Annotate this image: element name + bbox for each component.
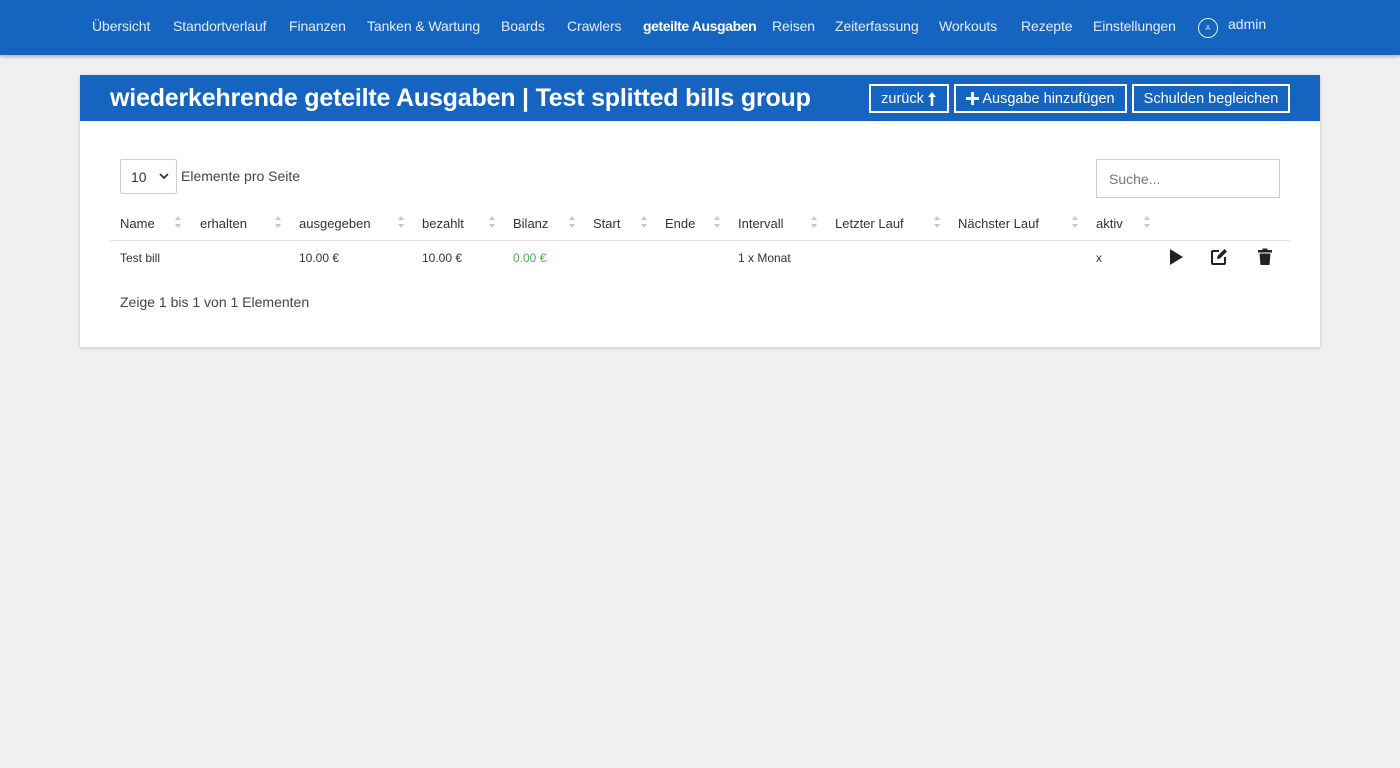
nav-item-reisen[interactable]: Reisen [772, 18, 815, 38]
column-header-bilanz[interactable]: Bilanz [513, 216, 548, 231]
nav-item-workouts[interactable]: Workouts [939, 18, 997, 38]
column-header-naechster-lauf[interactable]: Nächster Lauf [958, 216, 1039, 231]
column-header-erhalten[interactable]: erhalten [200, 216, 247, 231]
settle-debts-button[interactable]: Schulden begleichen [1132, 84, 1290, 113]
user-menu[interactable]: A admin [1198, 15, 1266, 39]
card-header: wiederkehrende geteilte Ausgaben | Test … [80, 75, 1320, 121]
back-button-label: zurück [881, 90, 924, 107]
page-size-label: Elemente pro Seite [181, 168, 301, 184]
user-name: admin [1228, 16, 1267, 32]
table-info: Zeige 1 bis 1 von 1 Elementen [120, 294, 310, 310]
nav-item-uebersicht[interactable]: Übersicht [92, 18, 150, 38]
column-header-ende[interactable]: Ende [665, 216, 695, 231]
nav-item-finanzen[interactable]: Finanzen [289, 18, 346, 38]
search-input[interactable] [1096, 159, 1280, 198]
main-card: wiederkehrende geteilte Ausgaben | Test … [80, 75, 1320, 347]
trash-icon[interactable] [1256, 248, 1274, 266]
cell-paid: 10.00 € [422, 251, 463, 265]
add-expense-button[interactable]: Ausgabe hinzufügen [954, 84, 1127, 113]
sort-icon[interactable] [568, 214, 576, 230]
nav-item-standortverlauf[interactable]: Standortverlauf [173, 18, 267, 38]
nav-item-crawlers[interactable]: Crawlers [567, 18, 622, 38]
settle-debts-label: Schulden begleichen [1143, 90, 1279, 107]
chevron-down-icon [159, 173, 169, 180]
column-header-ausgegeben[interactable]: ausgegeben [299, 216, 371, 231]
nav-item-rezepte[interactable]: Rezepte [1021, 18, 1073, 38]
edit-icon[interactable] [1210, 248, 1228, 266]
column-header-name[interactable]: Name [120, 216, 155, 231]
sort-icon[interactable] [174, 214, 182, 230]
column-header-start[interactable]: Start [593, 216, 620, 231]
sort-icon[interactable] [397, 214, 405, 230]
cell-active: x [1096, 251, 1102, 265]
sort-icon[interactable] [933, 214, 941, 230]
add-expense-label: Ausgabe hinzufügen [982, 90, 1115, 107]
sort-icon[interactable] [274, 214, 282, 230]
plus-icon [966, 92, 980, 105]
cell-spent: 10.00 € [299, 251, 340, 265]
page-title: wiederkehrende geteilte Ausgaben | Test … [110, 84, 811, 112]
sort-icon[interactable] [488, 214, 496, 230]
nav-item-boards[interactable]: Boards [501, 18, 545, 38]
back-button[interactable]: zurück [869, 84, 949, 113]
sort-icon[interactable] [713, 214, 721, 230]
table-header-divider [110, 240, 1290, 241]
arrow-up-icon [927, 91, 936, 106]
top-navigation: Übersicht Standortverlauf Finanzen Tanke… [0, 0, 1400, 55]
nav-item-einstellungen[interactable]: Einstellungen [1093, 18, 1176, 38]
sort-icon[interactable] [1071, 214, 1079, 230]
column-header-letzter-lauf[interactable]: Letzter Lauf [835, 216, 904, 231]
column-header-bezahlt[interactable]: bezahlt [422, 216, 464, 231]
column-header-intervall[interactable]: Intervall [738, 216, 784, 231]
nav-item-tanken-wartung[interactable]: Tanken & Wartung [367, 18, 480, 38]
nav-item-geteilte-ausgaben[interactable]: geteilte Ausgaben [643, 18, 757, 38]
sort-icon[interactable] [810, 214, 818, 230]
page-size-select[interactable]: 10 [120, 159, 177, 194]
cell-balance: 0.00 € [513, 251, 547, 265]
page-size-value: 10 [131, 168, 147, 185]
column-header-aktiv[interactable]: aktiv [1096, 216, 1123, 231]
sort-icon[interactable] [1143, 214, 1151, 230]
avatar-icon: A [1198, 18, 1218, 38]
play-icon[interactable] [1167, 248, 1185, 266]
sort-icon[interactable] [640, 214, 648, 230]
nav-item-zeiterfassung[interactable]: Zeiterfassung [835, 18, 919, 38]
cell-name: Test bill [120, 251, 161, 265]
cell-interval: 1 x Monat [738, 251, 791, 265]
